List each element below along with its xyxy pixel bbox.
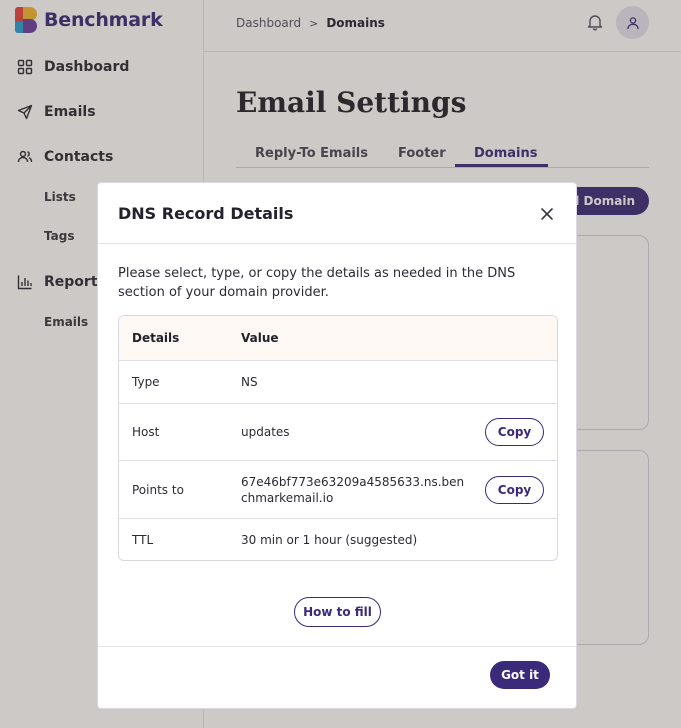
table-row: TTL 30 min or 1 hour (suggested): [119, 518, 557, 560]
row-key: TTL: [132, 532, 154, 547]
how-to-fill-button[interactable]: How to fill: [294, 597, 381, 627]
copy-host-button[interactable]: Copy: [485, 418, 544, 446]
row-value[interactable]: updates: [241, 424, 466, 440]
dns-record-table: Details Value Type NS Host updates Copy …: [118, 315, 558, 561]
row-value[interactable]: 67e46bf773e63209a4585633.ns.benchmarkema…: [241, 474, 466, 506]
modal-title: DNS Record Details: [118, 204, 294, 223]
row-key: Points to: [132, 482, 184, 497]
column-header-value: Value: [241, 331, 279, 345]
table-row: Type NS: [119, 360, 557, 403]
row-key: Host: [132, 425, 160, 439]
modal-description: Please select, type, or copy the details…: [118, 266, 516, 300]
modal-header: DNS Record Details: [98, 183, 576, 244]
table-header-row: Details Value: [119, 316, 557, 360]
table-row: Points to 67e46bf773e63209a4585633.ns.be…: [119, 460, 557, 518]
close-icon[interactable]: [538, 205, 556, 223]
dns-record-modal: DNS Record Details Please select, type, …: [97, 182, 577, 709]
row-value[interactable]: NS: [241, 374, 466, 390]
row-key: Type: [132, 375, 160, 389]
column-header-details: Details: [132, 331, 180, 345]
got-it-button[interactable]: Got it: [490, 661, 550, 689]
row-value[interactable]: 30 min or 1 hour (suggested): [241, 532, 466, 548]
copy-points-to-button[interactable]: Copy: [485, 475, 544, 504]
modal-footer: Got it: [98, 646, 576, 708]
table-row: Host updates Copy: [119, 403, 557, 460]
